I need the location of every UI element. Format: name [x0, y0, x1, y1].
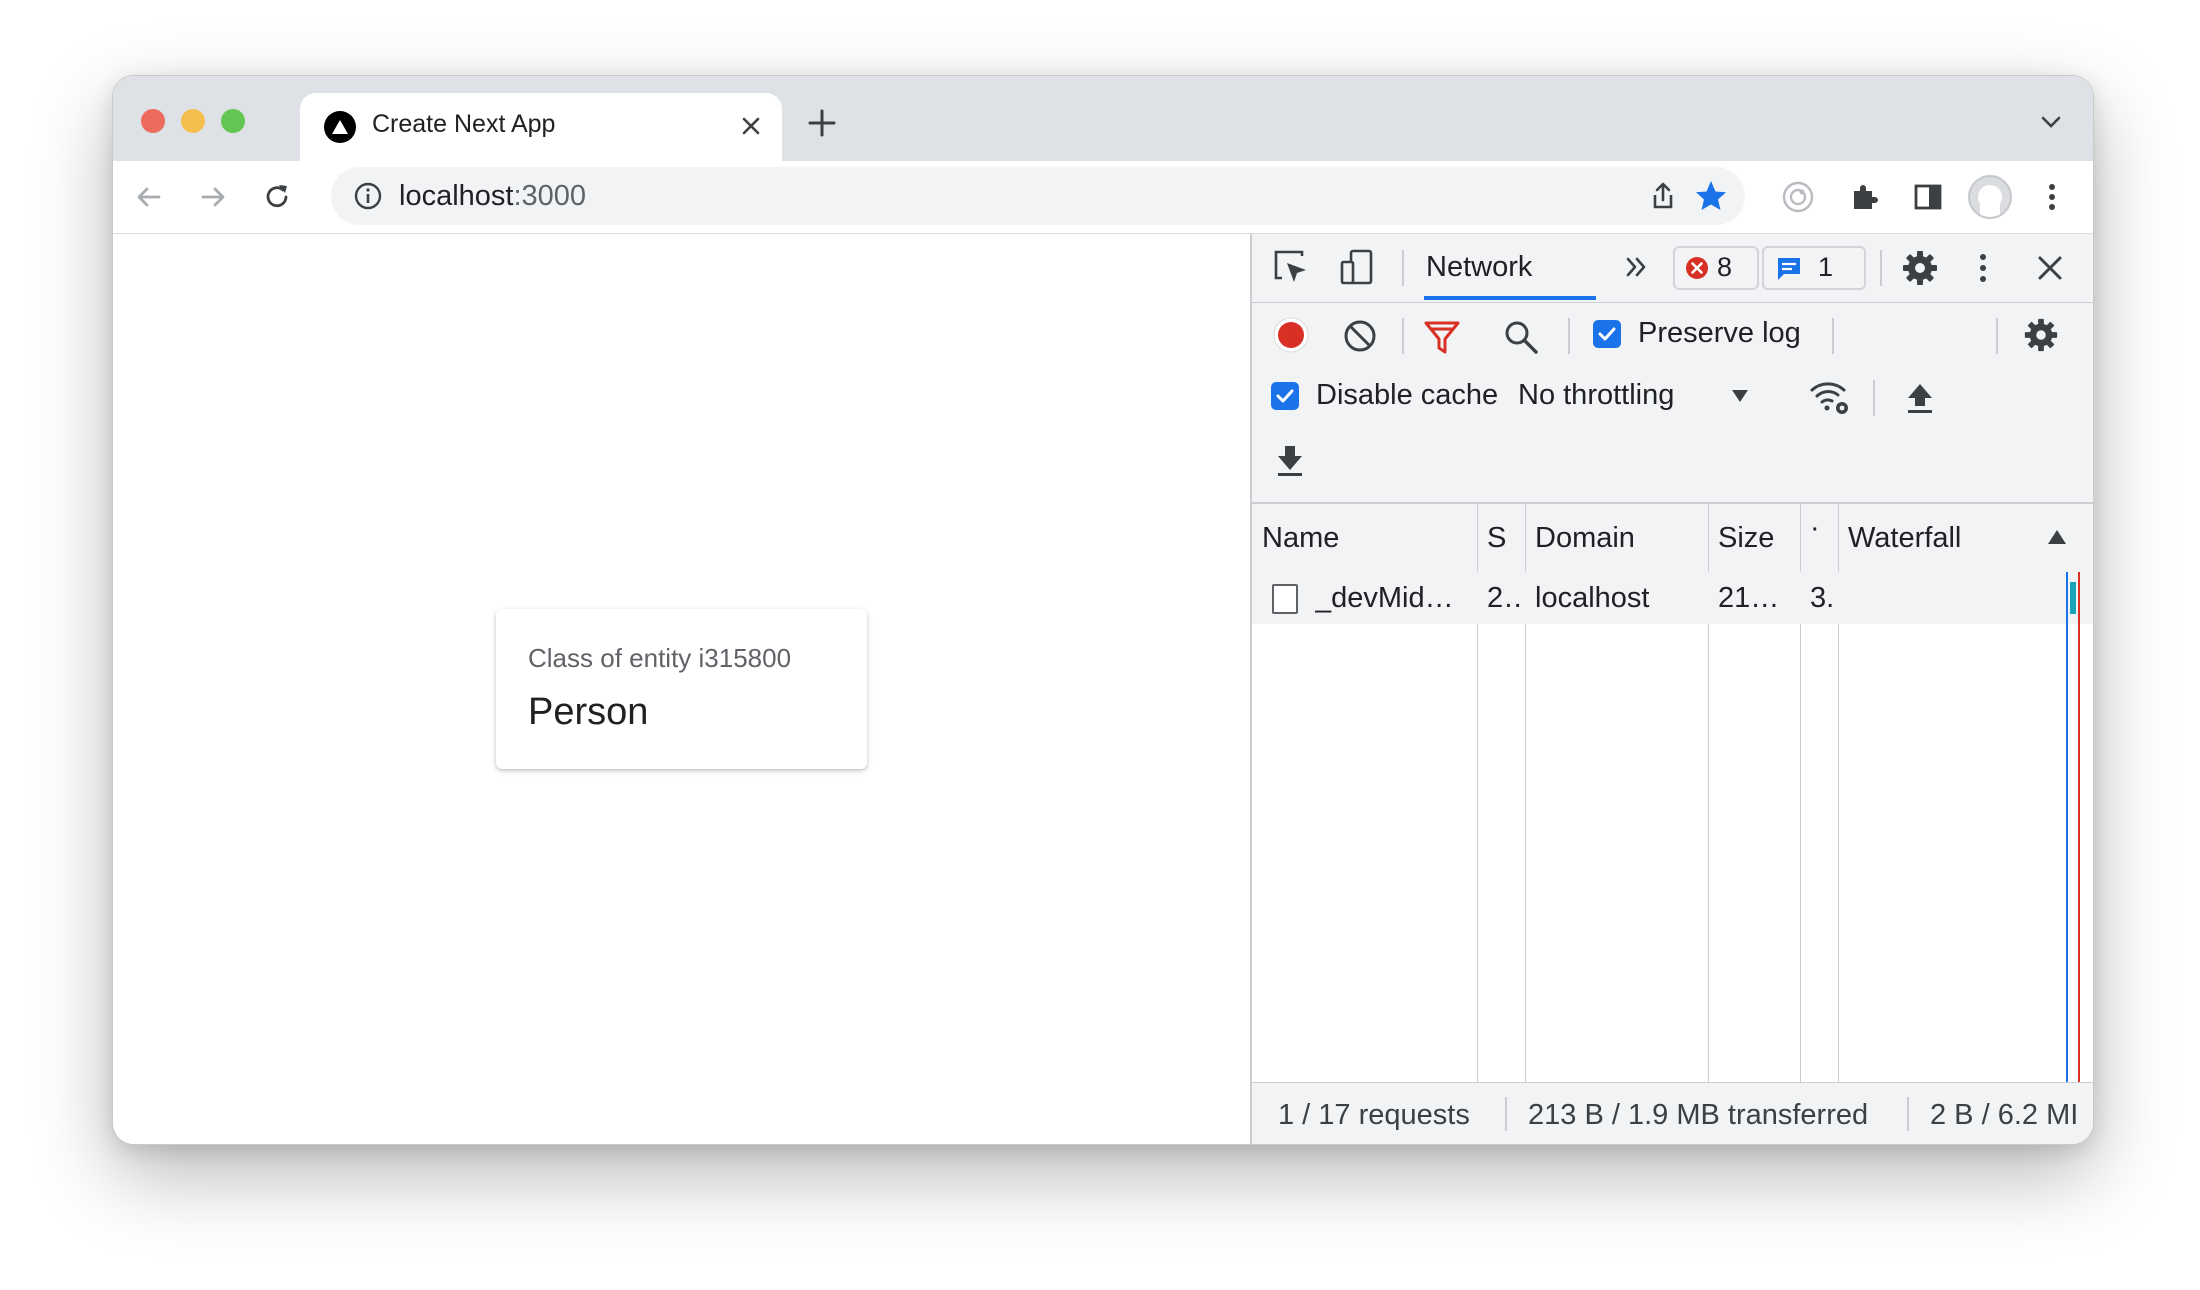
- clear-block-icon[interactable]: [1342, 318, 1378, 354]
- url-text: localhost:3000: [399, 180, 586, 213]
- request-domain: localhost: [1535, 582, 1650, 614]
- sort-ascending-icon[interactable]: [2046, 528, 2068, 546]
- browser-toolbar: localhost:3000: [113, 161, 2093, 234]
- profile-avatar-icon[interactable]: [1968, 175, 2012, 219]
- preserve-log-label: Preserve log: [1638, 317, 1801, 349]
- tab-close-icon[interactable]: [738, 113, 764, 139]
- extension-camera-icon[interactable]: [1780, 179, 1816, 215]
- messages-badge[interactable]: 1: [1762, 246, 1866, 290]
- tab-strip: Create Next App: [113, 76, 2093, 161]
- export-har-download-icon[interactable]: [1272, 440, 1308, 478]
- table-row[interactable]: _devMid… 2… localhost 21… 3.: [1252, 572, 2093, 624]
- col-time[interactable]: ·: [1810, 512, 1826, 545]
- request-name: _devMid…: [1315, 582, 1454, 614]
- entity-card: Class of entity i315800 Person: [496, 609, 867, 769]
- document-file-icon: [1272, 584, 1298, 614]
- import-har-upload-icon[interactable]: [1902, 378, 1938, 416]
- tab-network[interactable]: Network: [1426, 251, 1532, 284]
- bookmark-star-icon[interactable]: [1693, 178, 1729, 214]
- network-toolbar-row-1: Preserve log: [1252, 304, 2093, 364]
- request-time: 3.: [1810, 582, 1835, 614]
- search-icon[interactable]: [1502, 318, 1540, 356]
- address-bar[interactable]: localhost:3000: [331, 167, 1745, 225]
- requests-table: Name S Domain Size · Waterfall _devMid… …: [1252, 502, 2093, 1084]
- device-toolbar-icon[interactable]: [1338, 248, 1376, 286]
- maximize-window-button[interactable]: [221, 109, 245, 133]
- col-status[interactable]: S: [1487, 522, 1509, 555]
- browser-menu-icon[interactable]: [2034, 179, 2070, 215]
- network-toolbar-row-2: Disable cache No throttling: [1252, 366, 2093, 426]
- col-size[interactable]: Size: [1718, 522, 1788, 555]
- preserve-log-checkbox[interactable]: [1593, 320, 1621, 348]
- inspect-element-icon[interactable]: [1272, 248, 1310, 286]
- reload-icon[interactable]: [259, 179, 295, 215]
- nextjs-favicon-icon: [324, 111, 356, 143]
- active-tab-indicator: [1424, 296, 1596, 300]
- page-viewport: Class of entity i315800 Person: [113, 234, 1250, 1144]
- url-host: localhost: [399, 180, 514, 212]
- request-size: 21…: [1718, 582, 1780, 614]
- col-name[interactable]: Name: [1262, 522, 1462, 555]
- browser-tab[interactable]: Create Next App: [300, 93, 782, 161]
- requests-table-header: Name S Domain Size · Waterfall: [1252, 504, 2093, 573]
- entity-class-caption: Class of entity i315800: [528, 643, 792, 673]
- throttling-value: No throttling: [1518, 379, 1675, 411]
- disable-cache-checkbox[interactable]: [1271, 382, 1299, 410]
- col-waterfall[interactable]: Waterfall: [1848, 522, 2048, 555]
- browser-window: Create Next App localhost:3000 Class of …: [112, 75, 2094, 1145]
- tab-title: Create Next App: [372, 110, 556, 138]
- new-tab-icon[interactable]: [805, 106, 839, 140]
- forward-icon[interactable]: [195, 179, 231, 215]
- devtools-close-icon[interactable]: [2034, 252, 2066, 284]
- waterfall-timing-bar: [2070, 582, 2076, 614]
- resources-summary: 2 B / 6.2 MI: [1930, 1099, 2079, 1131]
- load-event-line: [2078, 572, 2080, 1084]
- dom-content-loaded-line: [2066, 572, 2068, 1084]
- error-count: 8: [1717, 252, 1733, 282]
- close-window-button[interactable]: [141, 109, 165, 133]
- requests-summary: 1 / 17 requests: [1278, 1099, 1470, 1131]
- devtools-panel: Network 8 1 Preserve log Disable cache N…: [1250, 234, 2093, 1144]
- network-conditions-wifi-icon[interactable]: [1808, 378, 1852, 416]
- tab-search-chevron-icon[interactable]: [2039, 112, 2063, 132]
- minimize-window-button[interactable]: [181, 109, 205, 133]
- filter-funnel-icon[interactable]: [1422, 318, 1462, 356]
- dropdown-triangle-icon: [1732, 390, 1748, 402]
- record-button[interactable]: [1272, 316, 1310, 354]
- network-settings-gear-icon[interactable]: [2022, 316, 2060, 354]
- request-status: 2…: [1487, 582, 1523, 614]
- entity-class-value: Person: [528, 691, 649, 733]
- transferred-summary: 213 B / 1.9 MB transferred: [1528, 1099, 1869, 1131]
- share-icon[interactable]: [1647, 180, 1679, 212]
- url-port: :3000: [513, 180, 587, 212]
- col-domain[interactable]: Domain: [1535, 522, 1695, 555]
- more-tabs-chevron-icon[interactable]: [1622, 252, 1652, 282]
- disable-cache-label: Disable cache: [1316, 379, 1499, 411]
- network-toolbar-row-3: [1252, 428, 2093, 490]
- message-count: 1: [1818, 252, 1834, 282]
- site-info-icon[interactable]: [353, 181, 383, 211]
- back-icon[interactable]: [131, 179, 167, 215]
- devtools-menu-icon[interactable]: [1978, 250, 1988, 286]
- throttling-select[interactable]: No throttling: [1518, 370, 1788, 420]
- side-panel-icon[interactable]: [1910, 179, 1946, 215]
- devtools-tab-bar: Network 8 1: [1252, 234, 2093, 303]
- devtools-settings-gear-icon[interactable]: [1900, 248, 1940, 288]
- network-summary-bar: 1 / 17 requests 213 B / 1.9 MB transferr…: [1252, 1082, 2093, 1144]
- errors-badge[interactable]: 8: [1673, 246, 1759, 290]
- extensions-puzzle-icon[interactable]: [1846, 179, 1882, 215]
